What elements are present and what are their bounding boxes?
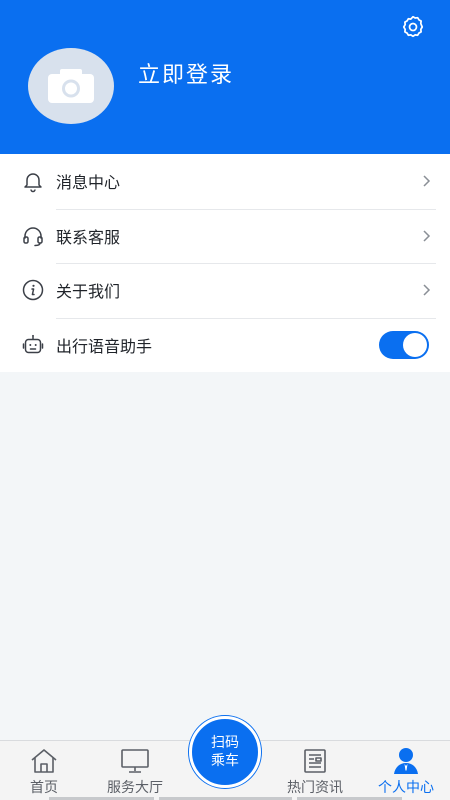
info-icon — [20, 277, 46, 303]
scan-to-ride-button[interactable]: 扫码 乘车 — [189, 716, 261, 788]
settings-button[interactable] — [398, 12, 428, 42]
settings-menu: 消息中心 联系客服 关于我们 出行语音助手 — [0, 154, 450, 372]
menu-item-customer-service[interactable]: 联系客服 — [0, 208, 450, 264]
tab-label: 首页 — [30, 780, 58, 796]
menu-item-voice-assistant: 出行语音助手 — [0, 317, 450, 373]
news-icon — [299, 747, 331, 775]
menu-item-label: 联系客服 — [56, 227, 121, 247]
bell-icon — [20, 168, 46, 194]
gear-icon — [402, 15, 424, 38]
profile-header: 立即登录 — [0, 0, 450, 154]
voice-assistant-toggle[interactable] — [379, 330, 429, 359]
monitor-icon — [119, 747, 151, 775]
scan-label-line2: 乘车 — [211, 753, 239, 769]
menu-item-label: 出行语音助手 — [56, 336, 153, 356]
tab-label: 个人中心 — [378, 780, 434, 796]
toggle-knob — [403, 332, 427, 357]
tab-hot-news[interactable]: 热门资讯 — [270, 741, 360, 799]
tab-service-hall[interactable]: 服务大厅 — [90, 741, 180, 799]
login-link[interactable]: 立即登录 — [138, 57, 234, 89]
menu-item-label: 关于我们 — [56, 282, 121, 302]
tab-label: 服务大厅 — [107, 780, 163, 796]
menu-item-label: 消息中心 — [56, 173, 121, 193]
menu-item-about-us[interactable]: 关于我们 — [0, 263, 450, 318]
home-icon — [28, 747, 60, 775]
chevron-right-icon — [423, 175, 431, 187]
avatar[interactable] — [28, 48, 114, 124]
robot-icon — [20, 332, 46, 358]
person-icon — [390, 747, 422, 775]
tab-personal-center[interactable]: 个人中心 — [361, 741, 450, 799]
chevron-right-icon — [423, 284, 431, 296]
menu-item-messages[interactable]: 消息中心 — [0, 154, 450, 209]
tab-label: 热门资讯 — [287, 780, 343, 796]
tab-home[interactable]: 首页 — [0, 741, 89, 799]
scan-label-line1: 扫码 — [211, 735, 239, 751]
camera-icon — [48, 69, 94, 103]
chevron-right-icon — [423, 230, 431, 242]
headset-icon — [20, 223, 46, 249]
